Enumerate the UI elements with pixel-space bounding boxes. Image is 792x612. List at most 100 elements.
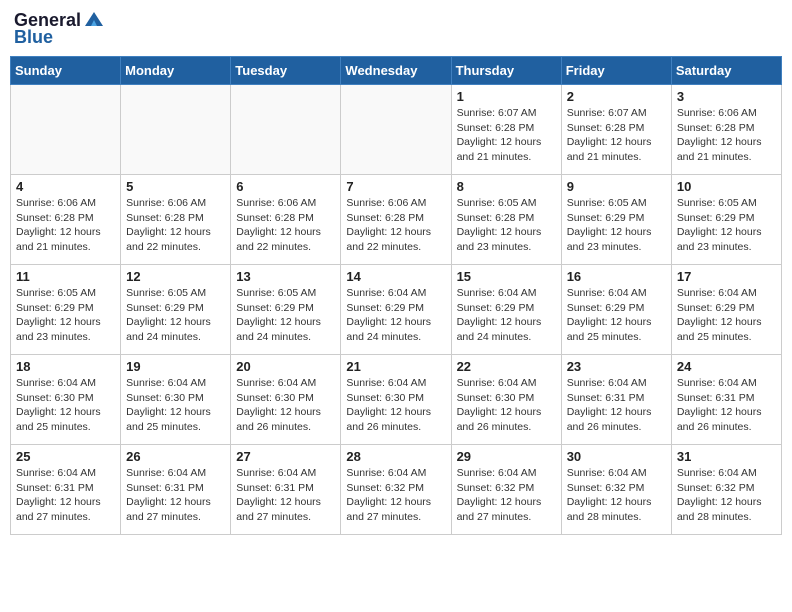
day-number: 1 [457, 89, 556, 104]
calendar-cell: 15 Sunrise: 6:04 AMSunset: 6:29 PMDayligh… [451, 265, 561, 355]
weekday-header-saturday: Saturday [671, 57, 781, 85]
day-number: 30 [567, 449, 666, 464]
calendar-cell [11, 85, 121, 175]
logo: General Blue [14, 10, 105, 48]
day-number: 7 [346, 179, 445, 194]
day-info: Sunrise: 6:05 AMSunset: 6:29 PMDaylight:… [126, 286, 225, 345]
calendar-week-4: 18 Sunrise: 6:04 AMSunset: 6:30 PMDayligh… [11, 355, 782, 445]
weekday-header-monday: Monday [121, 57, 231, 85]
calendar-cell: 30 Sunrise: 6:04 AMSunset: 6:32 PMDayligh… [561, 445, 671, 535]
day-number: 9 [567, 179, 666, 194]
day-info: Sunrise: 6:04 AMSunset: 6:32 PMDaylight:… [677, 466, 776, 525]
calendar-cell: 3 Sunrise: 6:06 AMSunset: 6:28 PMDaylight… [671, 85, 781, 175]
day-number: 11 [16, 269, 115, 284]
day-info: Sunrise: 6:05 AMSunset: 6:29 PMDaylight:… [677, 196, 776, 255]
day-info: Sunrise: 6:05 AMSunset: 6:29 PMDaylight:… [567, 196, 666, 255]
day-info: Sunrise: 6:07 AMSunset: 6:28 PMDaylight:… [567, 106, 666, 165]
day-info: Sunrise: 6:04 AMSunset: 6:31 PMDaylight:… [236, 466, 335, 525]
calendar-cell: 20 Sunrise: 6:04 AMSunset: 6:30 PMDayligh… [231, 355, 341, 445]
calendar-cell: 23Sunrise: 6:04 AMSunset: 6:31 PMDayligh… [561, 355, 671, 445]
calendar-cell: 19Sunrise: 6:04 AMSunset: 6:30 PMDayligh… [121, 355, 231, 445]
day-number: 22 [457, 359, 556, 374]
weekday-header-thursday: Thursday [451, 57, 561, 85]
weekday-header-sunday: Sunday [11, 57, 121, 85]
day-number: 20 [236, 359, 335, 374]
day-number: 6 [236, 179, 335, 194]
calendar-week-5: 25 Sunrise: 6:04 AMSunset: 6:31 PMDayligh… [11, 445, 782, 535]
calendar-cell: 21 Sunrise: 6:04 AMSunset: 6:30 PMDayligh… [341, 355, 451, 445]
day-number: 23 [567, 359, 666, 374]
day-number: 15 [457, 269, 556, 284]
calendar-cell [341, 85, 451, 175]
calendar-cell: 5Sunrise: 6:06 AMSunset: 6:28 PMDaylight… [121, 175, 231, 265]
calendar-cell: 8 Sunrise: 6:05 AMSunset: 6:28 PMDaylight… [451, 175, 561, 265]
day-number: 29 [457, 449, 556, 464]
day-number: 17 [677, 269, 776, 284]
calendar-week-1: 1 Sunrise: 6:07 AMSunset: 6:28 PMDaylight… [11, 85, 782, 175]
logo-icon [83, 10, 105, 30]
day-number: 3 [677, 89, 776, 104]
calendar-cell: 11 Sunrise: 6:05 AMSunset: 6:29 PMDayligh… [11, 265, 121, 355]
day-number: 16 [567, 269, 666, 284]
weekday-header-friday: Friday [561, 57, 671, 85]
day-number: 19 [126, 359, 225, 374]
day-info: Sunrise: 6:04 AMSunset: 6:31 PMDaylight:… [677, 376, 776, 435]
calendar-week-3: 11 Sunrise: 6:05 AMSunset: 6:29 PMDayligh… [11, 265, 782, 355]
day-number: 21 [346, 359, 445, 374]
day-number: 31 [677, 449, 776, 464]
weekday-header-tuesday: Tuesday [231, 57, 341, 85]
day-info: Sunrise: 6:04 AMSunset: 6:29 PMDaylight:… [567, 286, 666, 345]
day-info: Sunrise: 6:04 AMSunset: 6:31 PMDaylight:… [126, 466, 225, 525]
calendar-cell: 29 Sunrise: 6:04 AMSunset: 6:32 PMDayligh… [451, 445, 561, 535]
calendar-cell: 7Sunrise: 6:06 AMSunset: 6:28 PMDaylight… [341, 175, 451, 265]
day-info: Sunrise: 6:06 AMSunset: 6:28 PMDaylight:… [236, 196, 335, 255]
calendar-cell: 18 Sunrise: 6:04 AMSunset: 6:30 PMDayligh… [11, 355, 121, 445]
calendar-cell [231, 85, 341, 175]
calendar-cell: 24 Sunrise: 6:04 AMSunset: 6:31 PMDayligh… [671, 355, 781, 445]
day-info: Sunrise: 6:04 AMSunset: 6:30 PMDaylight:… [346, 376, 445, 435]
day-info: Sunrise: 6:06 AMSunset: 6:28 PMDaylight:… [126, 196, 225, 255]
day-info: Sunrise: 6:06 AMSunset: 6:28 PMDaylight:… [677, 106, 776, 165]
day-number: 25 [16, 449, 115, 464]
day-info: Sunrise: 6:04 AMSunset: 6:29 PMDaylight:… [346, 286, 445, 345]
day-number: 27 [236, 449, 335, 464]
calendar-cell: 6 Sunrise: 6:06 AMSunset: 6:28 PMDaylight… [231, 175, 341, 265]
calendar-cell: 17 Sunrise: 6:04 AMSunset: 6:29 PMDayligh… [671, 265, 781, 355]
day-number: 12 [126, 269, 225, 284]
day-number: 2 [567, 89, 666, 104]
calendar-header-row: SundayMondayTuesdayWednesdayThursdayFrid… [11, 57, 782, 85]
day-info: Sunrise: 6:05 AMSunset: 6:29 PMDaylight:… [236, 286, 335, 345]
day-number: 14 [346, 269, 445, 284]
day-number: 28 [346, 449, 445, 464]
calendar-cell: 13 Sunrise: 6:05 AMSunset: 6:29 PMDayligh… [231, 265, 341, 355]
calendar-table: SundayMondayTuesdayWednesdayThursdayFrid… [10, 56, 782, 535]
weekday-header-wednesday: Wednesday [341, 57, 451, 85]
day-info: Sunrise: 6:06 AMSunset: 6:28 PMDaylight:… [16, 196, 115, 255]
calendar-cell: 16 Sunrise: 6:04 AMSunset: 6:29 PMDayligh… [561, 265, 671, 355]
day-number: 13 [236, 269, 335, 284]
calendar-cell: 12 Sunrise: 6:05 AMSunset: 6:29 PMDayligh… [121, 265, 231, 355]
calendar-week-2: 4Sunrise: 6:06 AMSunset: 6:28 PMDaylight… [11, 175, 782, 265]
day-info: Sunrise: 6:05 AMSunset: 6:28 PMDaylight:… [457, 196, 556, 255]
day-info: Sunrise: 6:05 AMSunset: 6:29 PMDaylight:… [16, 286, 115, 345]
day-info: Sunrise: 6:04 AMSunset: 6:29 PMDaylight:… [457, 286, 556, 345]
day-info: Sunrise: 6:04 AMSunset: 6:32 PMDaylight:… [567, 466, 666, 525]
day-number: 10 [677, 179, 776, 194]
calendar-cell: 31 Sunrise: 6:04 AMSunset: 6:32 PMDayligh… [671, 445, 781, 535]
day-number: 18 [16, 359, 115, 374]
calendar-cell: 22Sunrise: 6:04 AMSunset: 6:30 PMDayligh… [451, 355, 561, 445]
calendar-cell [121, 85, 231, 175]
day-info: Sunrise: 6:04 AMSunset: 6:30 PMDaylight:… [236, 376, 335, 435]
calendar-cell: 26Sunrise: 6:04 AMSunset: 6:31 PMDayligh… [121, 445, 231, 535]
calendar-cell: 2 Sunrise: 6:07 AMSunset: 6:28 PMDaylight… [561, 85, 671, 175]
day-info: Sunrise: 6:04 AMSunset: 6:30 PMDaylight:… [16, 376, 115, 435]
day-info: Sunrise: 6:04 AMSunset: 6:29 PMDaylight:… [677, 286, 776, 345]
calendar-cell: 4Sunrise: 6:06 AMSunset: 6:28 PMDaylight… [11, 175, 121, 265]
day-info: Sunrise: 6:04 AMSunset: 6:31 PMDaylight:… [16, 466, 115, 525]
day-number: 24 [677, 359, 776, 374]
calendar-cell: 1Sunrise: 6:07 AMSunset: 6:28 PMDaylight… [451, 85, 561, 175]
calendar-cell: 9 Sunrise: 6:05 AMSunset: 6:29 PMDaylight… [561, 175, 671, 265]
day-info: Sunrise: 6:04 AMSunset: 6:32 PMDaylight:… [457, 466, 556, 525]
day-number: 8 [457, 179, 556, 194]
calendar-cell: 10 Sunrise: 6:05 AMSunset: 6:29 PMDayligh… [671, 175, 781, 265]
